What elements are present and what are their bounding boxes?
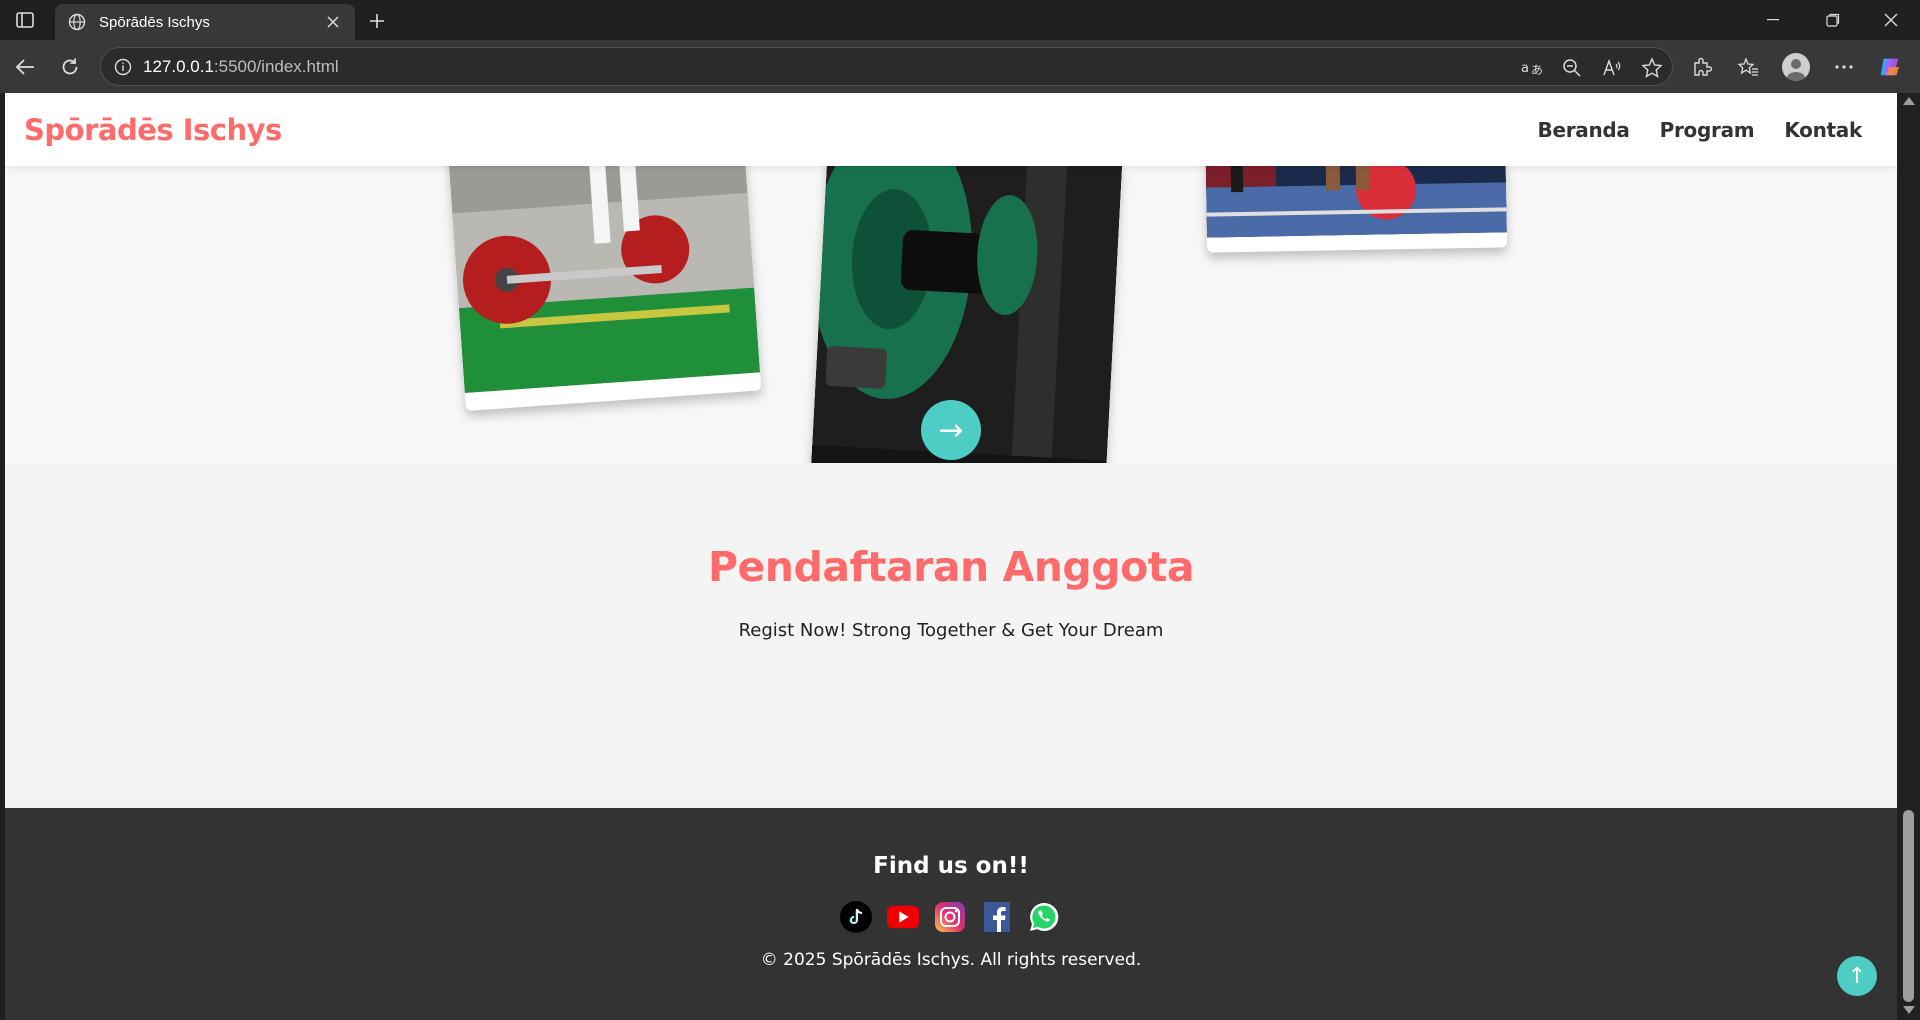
more-options-icon[interactable] [1832,55,1856,79]
globe-icon [67,12,87,32]
copyright-text: © 2025 Spōrādēs Ischys. All rights reser… [760,950,1142,970]
minimize-icon[interactable] [1746,0,1800,40]
site-info-icon[interactable] [113,57,133,77]
tab-actions-icon[interactable] [12,8,38,32]
nav-link-kontak[interactable]: Kontak [1784,118,1862,142]
favorites-icon[interactable] [1736,55,1760,79]
site-logo[interactable]: Spōrādēs Ischys [24,113,282,147]
close-tab-icon[interactable] [323,12,343,32]
back-to-top-button[interactable]: ↑ [1837,956,1877,996]
back-icon[interactable] [9,51,41,83]
registration-subtitle: Regist Now! Strong Together & Get Your D… [738,620,1164,641]
browser-tab[interactable]: Spōrādēs Ischys [55,4,355,40]
facebook-icon[interactable] [981,901,1013,933]
extensions-icon[interactable] [1690,55,1714,79]
page-viewport: Spōrādēs Ischys Beranda Program Kontak P… [5,93,1897,1020]
nav-link-program[interactable]: Program [1660,118,1755,142]
tab-title: Spōrādēs Ischys [99,13,210,31]
zoom-out-icon[interactable] [1560,56,1584,80]
new-tab-icon[interactable] [364,8,390,34]
instagram-icon[interactable] [934,901,966,933]
browser-toolbar: 127.0.0.1:5500/index.html aあ [0,40,1920,93]
restore-icon[interactable] [1806,0,1860,40]
reload-icon[interactable] [54,51,86,83]
footer-heading: Find us on!! [873,853,1029,879]
close-window-icon[interactable] [1864,0,1918,40]
youtube-icon[interactable] [887,901,919,933]
site-footer: Find us on!! © 2025 Spōrādēs Ischys. All… [5,808,1897,1020]
registration-title: Pendaftaran Anggota [707,543,1195,591]
translate-icon[interactable]: aあ [1520,56,1544,80]
url-path: :5500/index.html [213,56,339,76]
whatsapp-icon[interactable] [1028,901,1060,933]
browser-tab-bar: Spōrādēs Ischys [0,0,1920,40]
scrollbar-thumb[interactable] [1903,810,1914,1002]
scroll-down-icon[interactable] [1903,1006,1915,1014]
site-header: Spōrādēs Ischys Beranda Program Kontak [5,93,1897,166]
copilot-icon[interactable] [1878,55,1902,79]
register-arrow-button[interactable]: → [921,400,981,460]
svg-text:a: a [1521,61,1529,76]
read-aloud-icon[interactable] [1600,56,1624,80]
svg-text:あ: あ [1531,63,1543,77]
favorite-star-icon[interactable] [1640,56,1664,80]
page-scrollbar[interactable] [1897,93,1920,1020]
profile-avatar[interactable] [1782,53,1810,81]
social-links [840,901,1060,933]
arrow-up-icon: ↑ [1847,963,1867,989]
url-host: 127.0.0.1 [143,56,214,76]
registration-section: Pendaftaran Anggota Regist Now! Strong T… [5,463,1897,808]
address-bar[interactable]: 127.0.0.1:5500/index.html aあ [100,47,1673,86]
main-nav: Beranda Program Kontak [1538,118,1863,142]
tiktok-icon[interactable] [840,901,872,933]
nav-link-beranda[interactable]: Beranda [1538,118,1630,142]
scroll-up-icon[interactable] [1903,97,1915,105]
arrow-right-icon: → [938,412,964,448]
